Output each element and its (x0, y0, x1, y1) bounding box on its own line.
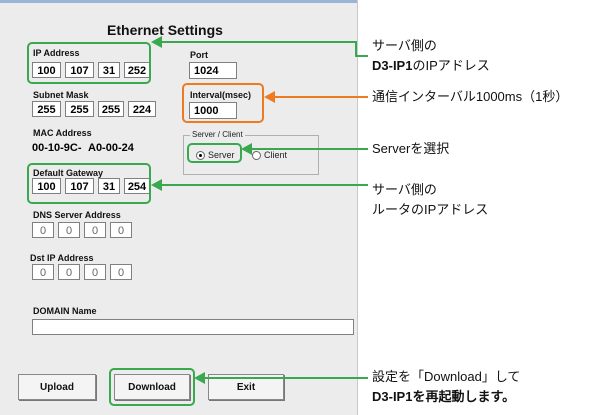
interval-note: 通信インターバル1000ms（1秒） (372, 89, 569, 104)
gateway-note: サーバ側の ルータのIPアドレス (372, 180, 488, 220)
download-note-line2: D3-IP1を再起動します。 (372, 387, 520, 407)
ip-note-device: D3-IP1 (372, 58, 413, 73)
interval-arrow-head (264, 91, 275, 103)
download-note-device: D3-IP1 (372, 389, 413, 404)
gateway-note-line1: サーバ側の (372, 182, 437, 197)
ip-note-line2: D3-IP1のIPアドレス (372, 56, 490, 76)
ip-arrow-line (158, 41, 368, 57)
download-note: 設定を「Download」して D3-IP1を再起動します。 (372, 367, 520, 407)
annotation-arrows (151, 36, 368, 384)
download-note-rest: を再起動します。 (412, 389, 516, 404)
download-arrow-head (194, 372, 205, 384)
server-arrow-head (241, 143, 252, 155)
download-note-line1: 設定を「Download」して (372, 369, 521, 384)
gateway-arrow-head (151, 179, 162, 191)
gateway-note-line2: ルータのIPアドレス (372, 202, 489, 217)
ip-note: サーバ側の D3-IP1のIPアドレス (372, 36, 490, 76)
ip-note-line1: サーバ側の (372, 38, 437, 53)
server-note: Serverを選択 (372, 141, 450, 156)
ip-arrow-head (151, 36, 162, 48)
ip-note-rest: のIPアドレス (412, 58, 490, 73)
